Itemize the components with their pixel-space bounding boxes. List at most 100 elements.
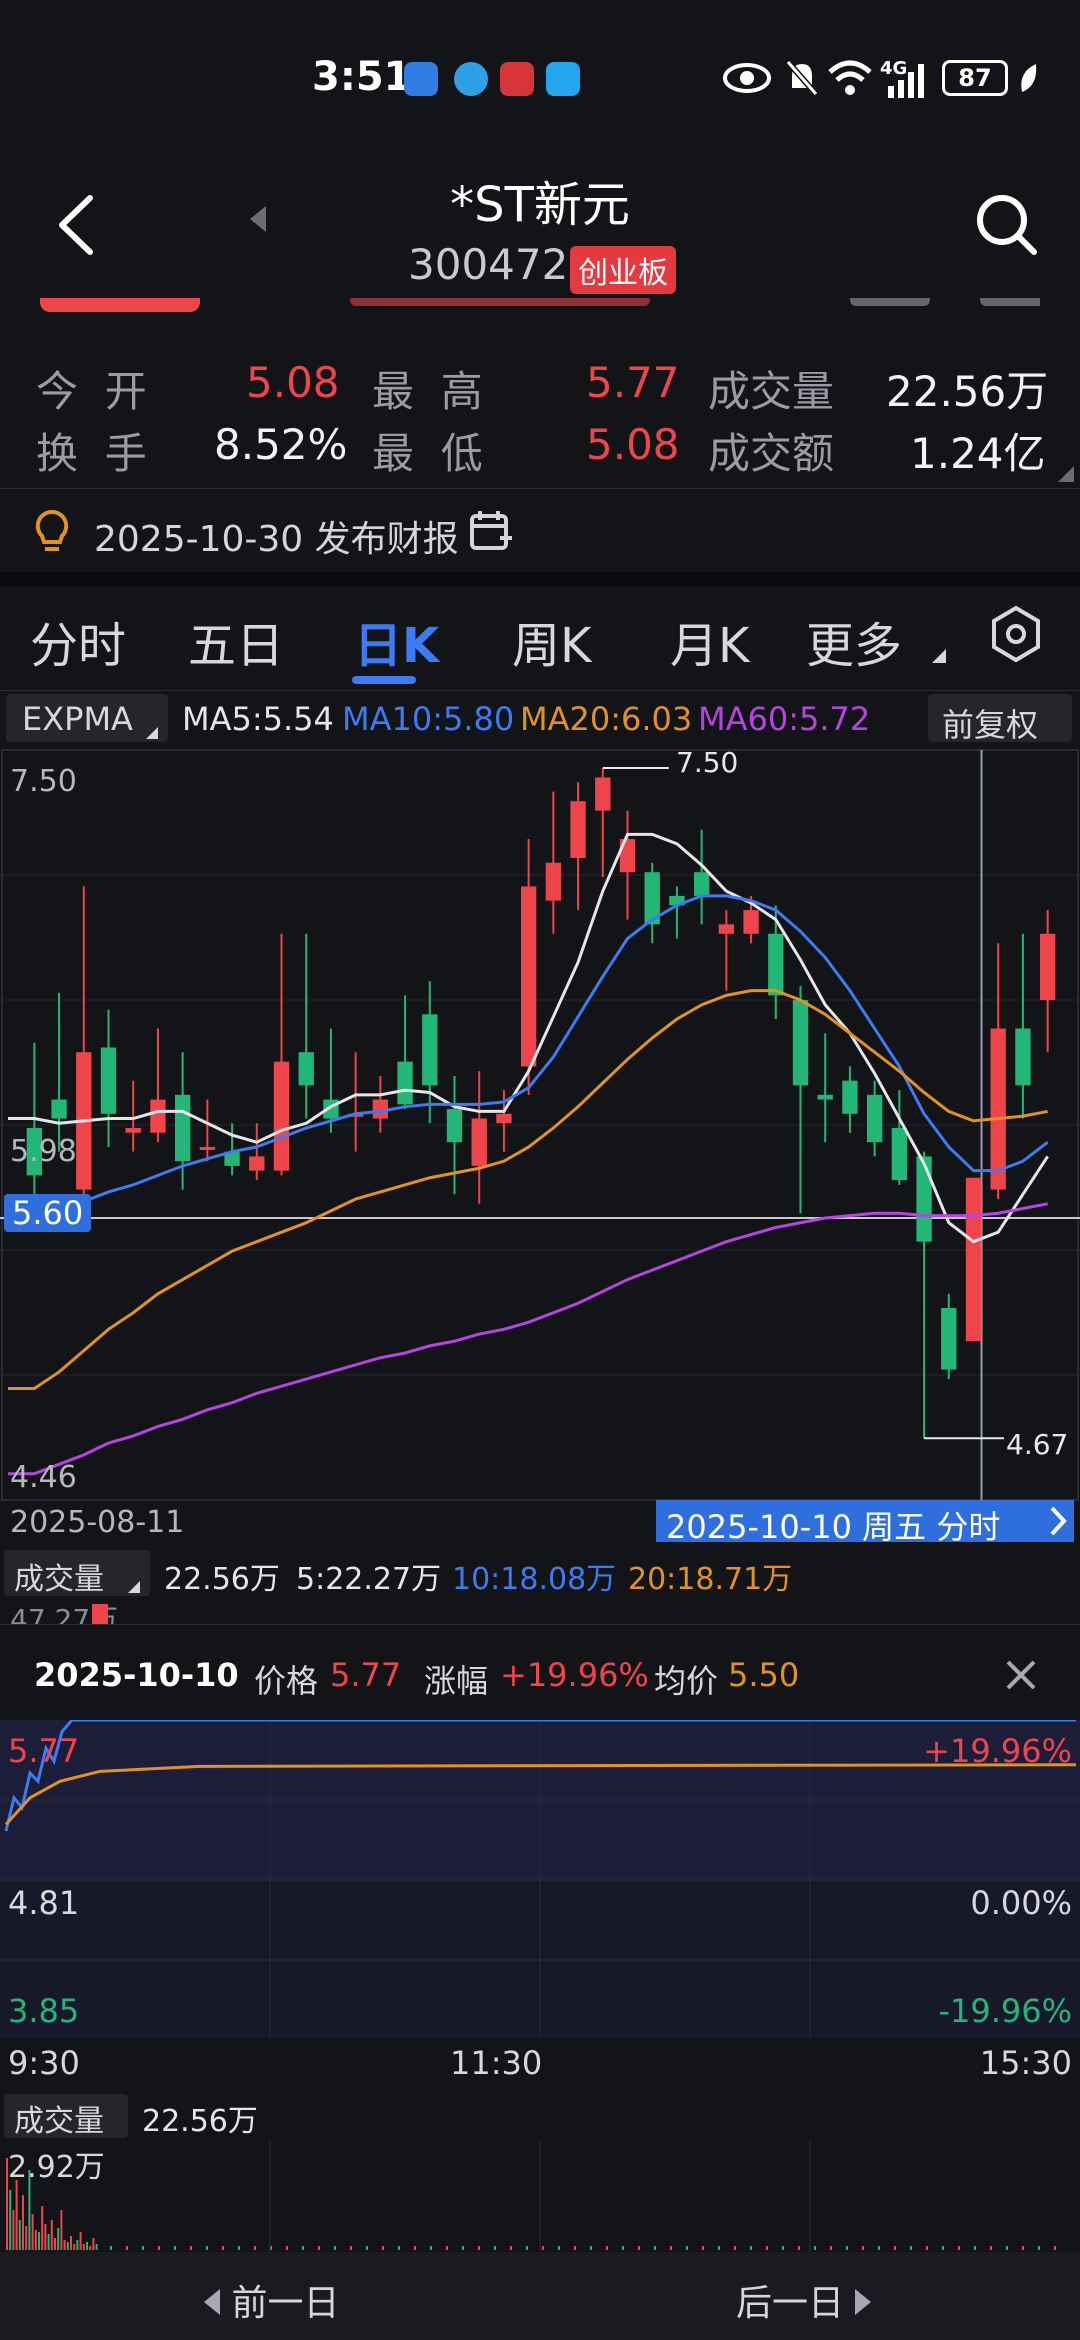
tab-weekly-k[interactable]: 周K xyxy=(512,606,591,676)
volume-bar xyxy=(18,2220,21,2250)
volume-bar xyxy=(110,2246,112,2250)
volume-bar xyxy=(958,2246,960,2250)
volume-bar xyxy=(238,2246,240,2250)
min-price-label: 4.67 xyxy=(1006,1428,1069,1461)
expand-corner-icon[interactable] xyxy=(1058,466,1074,486)
prev-day-button[interactable]: 前一日 xyxy=(204,2274,339,2326)
candle-body xyxy=(249,1156,265,1171)
tab-intraday[interactable]: 分时 xyxy=(30,606,126,676)
tab-underline xyxy=(352,676,416,684)
candle-body xyxy=(446,1109,463,1143)
ma20-label: MA20:6.03 xyxy=(520,700,693,738)
app-notification-icon xyxy=(404,62,438,96)
settings-button[interactable] xyxy=(986,604,1046,668)
intraday-volume-label: 成交量 xyxy=(14,2104,104,2139)
volume-bar xyxy=(590,2246,592,2250)
volume-bar xyxy=(382,2246,384,2250)
volume-bar xyxy=(734,2246,736,2250)
open-value: 5.08 xyxy=(246,358,340,407)
browser-notification-icon xyxy=(454,62,488,96)
high-value: 5.77 xyxy=(586,358,680,407)
k-y-mid: 5.98 xyxy=(10,1134,77,1169)
search-button[interactable] xyxy=(974,192,1040,262)
volume-bar xyxy=(990,2246,992,2250)
tab-daily-k[interactable]: 日K xyxy=(354,606,439,676)
low-value: 5.08 xyxy=(586,420,680,469)
intraday-y-mid: 4.81 xyxy=(8,1884,80,1922)
amount-label: 成交额 xyxy=(708,429,835,478)
intraday-chart[interactable] xyxy=(0,1720,1080,2040)
eye-icon xyxy=(722,60,772,100)
turnover-value: 8.52% xyxy=(214,420,348,469)
candle-body xyxy=(273,1061,290,1171)
volume-label: 成交量 xyxy=(708,367,835,416)
candle-body xyxy=(125,1128,141,1133)
volume-bar xyxy=(222,2246,224,2250)
candle-body xyxy=(693,872,710,896)
volume-bar xyxy=(1006,2246,1008,2250)
adjust-label: 前复权 xyxy=(942,706,1039,744)
amount-value: 1.24亿 xyxy=(910,429,1046,478)
hexagon-settings-icon xyxy=(992,605,1040,663)
next-day-button[interactable]: 后一日 xyxy=(736,2274,872,2326)
ma60-label: MA60:5.72 xyxy=(698,700,871,738)
volume-bar xyxy=(830,2246,832,2250)
candle-body xyxy=(743,910,759,934)
hidden-price-row xyxy=(40,298,1040,318)
volume-bar xyxy=(92,2238,95,2250)
volume-bar xyxy=(95,2244,98,2250)
intraday-pct-bottom: -19.96% xyxy=(938,1992,1072,2030)
volume-bar xyxy=(86,2242,88,2250)
candle-body xyxy=(51,1099,67,1119)
volume-bar xyxy=(73,2244,76,2250)
right-triangle-icon xyxy=(855,2289,872,2315)
section-gap xyxy=(0,572,1080,586)
earnings-notice[interactable]: 2025-10-30 发布财报 xyxy=(94,510,459,562)
selected-date-banner[interactable]: 2025-10-10 周五 分时 xyxy=(656,1500,1074,1546)
popup-price-label: 价格 xyxy=(254,1662,319,1700)
candle-body xyxy=(842,1080,858,1114)
selected-date-text: 2025-10-10 周五 分时 xyxy=(666,1508,1001,1546)
close-button[interactable] xyxy=(1004,1658,1038,1696)
volume-bar xyxy=(47,2234,50,2250)
volume-bar xyxy=(574,2246,576,2250)
popup-price: 5.77 xyxy=(330,1656,402,1694)
candle-body xyxy=(792,1000,809,1086)
volume-bar xyxy=(862,2246,864,2250)
intraday-time-end: 15:30 xyxy=(979,2044,1072,2082)
status-bar: 3:51 4G 87 xyxy=(0,0,1080,140)
candle-body xyxy=(866,1094,883,1143)
volume-bar xyxy=(1022,2246,1024,2250)
tab-monthly-k[interactable]: 月K xyxy=(670,606,749,676)
volume-bar xyxy=(76,2240,79,2250)
divider xyxy=(0,488,1080,489)
volume-value: 22.56万 xyxy=(886,367,1049,416)
volume-bar xyxy=(670,2246,672,2250)
candle-body xyxy=(150,1099,166,1133)
kline-chart[interactable] xyxy=(0,748,1080,1508)
candle-body xyxy=(199,1146,216,1150)
status-time: 3:51 xyxy=(312,54,412,100)
current-price-tag: 5.60 xyxy=(4,1194,92,1232)
candle-body xyxy=(100,1047,117,1114)
volume-bar xyxy=(70,2236,72,2250)
candle-body xyxy=(718,924,735,934)
k-y-top: 7.50 xyxy=(10,764,77,799)
volume-bar xyxy=(12,2210,15,2250)
intraday-y-top: 5.77 xyxy=(8,1732,80,1770)
volume-ma10: 10:18.08万 xyxy=(452,1562,617,1597)
volume-bar xyxy=(22,2195,24,2250)
volume-bar xyxy=(606,2246,608,2250)
calendar-add-icon[interactable] xyxy=(468,508,514,558)
volume-bar xyxy=(894,2246,896,2250)
volume-bar xyxy=(9,2190,12,2250)
battery-icon: 87 xyxy=(942,60,1008,96)
volume-bar xyxy=(1054,2246,1056,2250)
tab-more[interactable]: 更多 xyxy=(806,606,902,676)
popup-change-label: 涨幅 xyxy=(424,1662,489,1700)
volume-bar xyxy=(974,2246,976,2250)
tab-five-day[interactable]: 五日 xyxy=(188,606,284,676)
chevron-right-icon xyxy=(1048,1504,1068,1542)
volume-bar xyxy=(878,2246,880,2250)
volume-bar xyxy=(50,2220,53,2250)
